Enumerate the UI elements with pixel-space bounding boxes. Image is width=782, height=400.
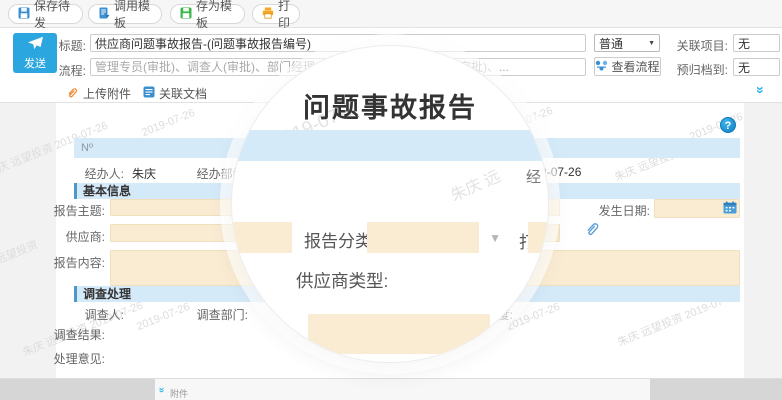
investigator-label: 调查人:	[20, 306, 124, 323]
handler-label: 经办人:	[20, 165, 124, 182]
link-document-link[interactable]: 关联文档	[143, 85, 207, 102]
view-flow-button[interactable]: 查看流程	[594, 57, 661, 76]
loupe-number-band	[232, 130, 548, 161]
calendar-icon[interactable]	[723, 201, 737, 217]
load-template-button[interactable]: 调用模板	[88, 4, 162, 24]
paperclip-icon	[66, 86, 79, 102]
related-project-input[interactable]	[733, 34, 780, 52]
loupe-category-label: 报告分类:	[304, 227, 377, 252]
footer-chevron-icon[interactable]: »	[156, 387, 166, 393]
loupe-field-fragment	[232, 222, 292, 253]
expand-header-chevron-icon[interactable]: »	[754, 86, 768, 94]
save-template-button[interactable]: 存为模板	[170, 4, 245, 24]
priority-value: 普通	[599, 35, 623, 52]
loupe-supplier-type-label: 供应商类型:	[296, 268, 388, 293]
save-draft-label: 保存待发	[34, 0, 73, 31]
loupe-partial-text: 经	[526, 166, 541, 187]
loupe-category-dropdown: ▼	[367, 222, 479, 253]
print-button[interactable]: 打印	[252, 4, 300, 24]
opinion-label: 处理意见:	[20, 350, 105, 367]
title-label: 标题:	[40, 37, 86, 54]
loupe-form-title: 问题事故报告	[232, 86, 548, 125]
upload-attachment-link[interactable]: 上传附件	[66, 85, 131, 102]
priority-select[interactable]: 普通 ▼	[594, 34, 660, 52]
invest-dept-label: 调查部门:	[150, 306, 248, 323]
toolbar: 保存待发 调用模板 存为模板 打印	[0, 0, 782, 28]
print-label: 打印	[278, 0, 290, 31]
related-project-label: 关联项目:	[668, 37, 728, 54]
save-icon	[18, 7, 30, 22]
result-label: 调查结果:	[20, 326, 105, 343]
watermark: 2019-07-26	[505, 301, 562, 333]
footer-middle-block	[155, 379, 650, 400]
load-template-icon	[98, 7, 110, 22]
print-icon	[262, 7, 274, 22]
caret-down-icon: ▼	[489, 231, 501, 245]
footer-attachment-label: 附件	[170, 387, 188, 400]
loupe-field-fragment	[308, 314, 490, 354]
caret-down-icon: ▼	[648, 40, 655, 47]
right-margin	[744, 103, 782, 378]
flow-chart-icon	[595, 60, 608, 74]
watermark: 2019-07-26	[140, 107, 197, 139]
save-template-icon	[180, 7, 192, 22]
load-template-label: 调用模板	[114, 0, 152, 31]
attachment-paperclip-icon[interactable]	[584, 220, 601, 240]
help-icon[interactable]: ?	[720, 117, 736, 133]
save-draft-button[interactable]: 保存待发	[8, 4, 83, 24]
footer-left-block	[0, 379, 155, 400]
incident-report-page: 保存待发 调用模板 存为模板 打印 发送 标题: 普通 ▼ 关联项目: 流程: …	[0, 0, 782, 400]
magnifier-overlay: 2019-07-2 朱庆 远 问题事故报告 经 报告分类: ▼ 打 供应商类型:	[232, 46, 548, 362]
subject-label: 报告主题:	[20, 202, 105, 219]
upload-attachment-label: 上传附件	[83, 85, 131, 102]
link-document-label: 关联文档	[159, 85, 207, 102]
title-input[interactable]	[90, 34, 586, 52]
footer-right-block	[650, 379, 782, 400]
occur-date-label: 发生日期:	[550, 202, 650, 219]
content-label: 报告内容:	[20, 254, 105, 271]
flow-label: 流程:	[40, 62, 86, 79]
watermark: 朱庆 远	[446, 163, 504, 206]
document-icon	[143, 86, 155, 101]
save-template-label: 存为模板	[196, 0, 235, 31]
loupe-field-fragment	[528, 222, 548, 253]
view-flow-label: 查看流程	[611, 58, 659, 75]
supplier-label: 供应商:	[20, 228, 105, 245]
archive-input[interactable]	[733, 58, 780, 76]
archive-label: 预归档到:	[668, 61, 728, 78]
